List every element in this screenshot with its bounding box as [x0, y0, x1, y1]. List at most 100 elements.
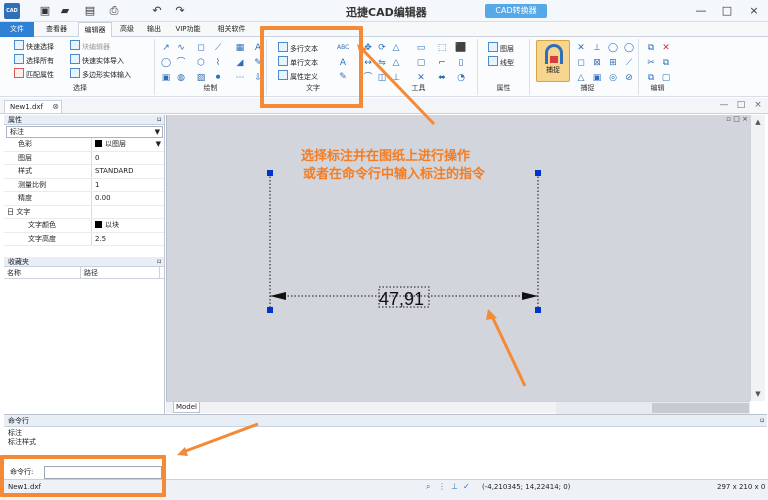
cut-icon[interactable]: ✂	[645, 57, 657, 69]
line-tool-icon[interactable]: ↗	[160, 42, 172, 54]
move-tool-icon[interactable]: ✥	[362, 42, 374, 54]
name-column-header[interactable]: 名称	[4, 267, 81, 278]
align-tool-icon[interactable]: ⌐	[436, 57, 448, 69]
circle-tool-icon[interactable]: ◯	[160, 57, 172, 69]
tab-output[interactable]: 输出	[141, 22, 167, 37]
ortho-icon[interactable]: ⊥	[451, 482, 460, 491]
horizontal-scrollbar-thumb[interactable]	[652, 403, 749, 413]
cad-converter-button[interactable]: CAD转换器	[485, 4, 547, 18]
snap-intersection-icon[interactable]: ⊠	[591, 57, 603, 69]
document-maximize-button[interactable]: □	[734, 100, 748, 112]
drawing-close-icon[interactable]: ×	[742, 115, 748, 123]
instruction-line-1: 选择标注并在图纸上进行操作	[301, 148, 470, 164]
arc-tool-icon[interactable]: ⌒	[175, 57, 187, 69]
hatch-tool-icon[interactable]: ▦	[234, 42, 246, 54]
stretch-tool-icon[interactable]: ↔	[362, 57, 374, 69]
snap-quadrant-icon[interactable]: ◯	[623, 42, 635, 54]
grip-bottom-right[interactable]	[535, 307, 541, 313]
snap-square-icon[interactable]: ◻	[575, 57, 587, 69]
snap-endpoint-icon[interactable]: ✕	[575, 42, 587, 54]
property-value[interactable]: 0	[92, 152, 164, 165]
tab-editor[interactable]: 编辑器	[78, 22, 112, 37]
document-close-button[interactable]: ×	[751, 100, 765, 112]
path-column-header[interactable]: 路径	[81, 267, 160, 278]
magnifier-icon[interactable]: ⌕	[426, 482, 435, 491]
snap-grid-icon[interactable]: ⊞	[607, 57, 619, 69]
select-all-button[interactable]: 选择所有	[14, 54, 54, 67]
entity-type-select[interactable]: 标注 ▼	[6, 126, 163, 138]
snap-button[interactable]: 捕捉	[536, 40, 570, 82]
text-color-value[interactable]: 以块	[92, 219, 164, 232]
grip-bottom-left[interactable]	[267, 307, 273, 313]
linetype-button[interactable]: 线型	[488, 56, 514, 69]
offset-tool-icon[interactable]: ⇋	[376, 57, 388, 69]
grip-top-left[interactable]	[267, 170, 273, 176]
model-tab[interactable]: Model	[173, 402, 200, 413]
undo-icon[interactable]: ↶	[150, 4, 164, 18]
grid-icon[interactable]: ⋮	[438, 482, 447, 491]
property-value[interactable]: 0.00	[92, 192, 164, 205]
document-tab[interactable]: New1.dxf ⊗	[4, 100, 62, 113]
delete-icon[interactable]: ✕	[660, 42, 672, 54]
property-value[interactable]: STANDARD	[92, 165, 164, 178]
document-minimize-button[interactable]: —	[717, 100, 731, 112]
document-tab-close-icon[interactable]: ⊗	[52, 101, 59, 113]
tab-advanced[interactable]: 高级	[114, 22, 140, 37]
measure-tool-icon[interactable]: ▢	[415, 57, 427, 69]
drawing-maximize-icon[interactable]: □	[733, 115, 740, 123]
tab-viewer[interactable]: 查看器	[35, 22, 78, 37]
drawing-minimize-icon[interactable]: ▫	[726, 115, 731, 123]
curve-tool-icon[interactable]: ∿	[175, 42, 187, 54]
print-icon[interactable]: ⎙	[107, 4, 121, 18]
color-value[interactable]: 以图层▼	[92, 138, 164, 151]
polyline-tool-icon[interactable]: ⟋	[212, 42, 224, 54]
polygon-entity-input-button[interactable]: 多边形实体输入	[70, 68, 131, 81]
rectangle-tool-icon[interactable]: ◻	[195, 42, 207, 54]
new-file-icon[interactable]: ▣	[38, 4, 52, 18]
tab-vip[interactable]: VIP功能	[168, 22, 208, 37]
block-editor-button[interactable]: 块编辑器	[70, 40, 110, 53]
scale-tool-icon[interactable]: △	[390, 57, 402, 69]
redo-icon[interactable]: ↷	[173, 4, 187, 18]
tab-file[interactable]: 文件	[0, 22, 34, 37]
pin-icon[interactable]: ⌑	[760, 415, 764, 427]
rotate-tool-icon[interactable]: ⟳	[376, 42, 388, 54]
array-tool-icon[interactable]: ⬛	[455, 42, 467, 54]
grip-top-right[interactable]	[535, 170, 541, 176]
polygon-tool-icon[interactable]: ⬡	[195, 57, 207, 69]
match-properties-button[interactable]: 匹配属性	[14, 68, 54, 81]
tab-related-software[interactable]: 相关软件	[210, 22, 253, 37]
property-value[interactable]: 2.5	[92, 233, 164, 246]
drawing-canvas[interactable]: ▫ □ × 47,91 选择标注并在图纸上进行操作 或者在命令行中输入标注的指令	[166, 115, 750, 401]
open-file-icon[interactable]: ▰	[58, 4, 72, 18]
scroll-down-icon[interactable]: ▼	[752, 388, 764, 400]
copy-icon[interactable]: ⧉	[645, 42, 657, 54]
property-value[interactable]: 1	[92, 179, 164, 192]
save-icon[interactable]: ▤	[83, 4, 97, 18]
tools-group: ✥ ⟳ △ ▭ ⬚ ⬛ ↔ ⇋ △ ▢ ⌐ ▯ ⌒ ◫ ⊥ ✕ ⬌ ◔ 工具	[360, 39, 478, 95]
close-button[interactable]: ×	[745, 4, 763, 18]
layer-button[interactable]: 图层	[488, 42, 514, 55]
snap-perpendicular-icon[interactable]: ⊥	[591, 42, 603, 54]
copy-tool-icon[interactable]: ⬚	[436, 42, 448, 54]
scroll-up-icon[interactable]: ▲	[752, 116, 764, 128]
maximize-button[interactable]: □	[718, 4, 736, 18]
minimize-button[interactable]: —	[692, 4, 710, 18]
quick-select-button[interactable]: 快速选择	[14, 40, 54, 53]
check-icon[interactable]: ✓	[463, 482, 472, 491]
snap-tangent-icon[interactable]: ⟋	[623, 57, 635, 69]
dimension-value[interactable]: 47,91	[379, 289, 424, 309]
mirror-tool-icon[interactable]: △	[390, 42, 402, 54]
paste-icon[interactable]: ⧉	[660, 57, 672, 69]
dimension-drawing[interactable]: 47,91 选择标注并在图纸上进行操作 或者在命令行中输入标注的指令	[167, 115, 751, 401]
pin-icon[interactable]: ⌑	[157, 257, 161, 267]
text-category-label[interactable]: 日 文字	[4, 206, 92, 219]
break-tool-icon[interactable]: ▯	[455, 57, 467, 69]
pin-icon[interactable]: ⌑	[157, 115, 161, 125]
vertical-scrollbar[interactable]: ▲ ▼	[750, 115, 765, 401]
spline-tool-icon[interactable]: ⌇	[212, 57, 224, 69]
wedge-tool-icon[interactable]: ◢	[234, 57, 246, 69]
snap-center-icon[interactable]: ◯	[607, 42, 619, 54]
explode-tool-icon[interactable]: ▭	[415, 42, 427, 54]
quick-entity-import-button[interactable]: 快速实体导入	[70, 54, 124, 67]
